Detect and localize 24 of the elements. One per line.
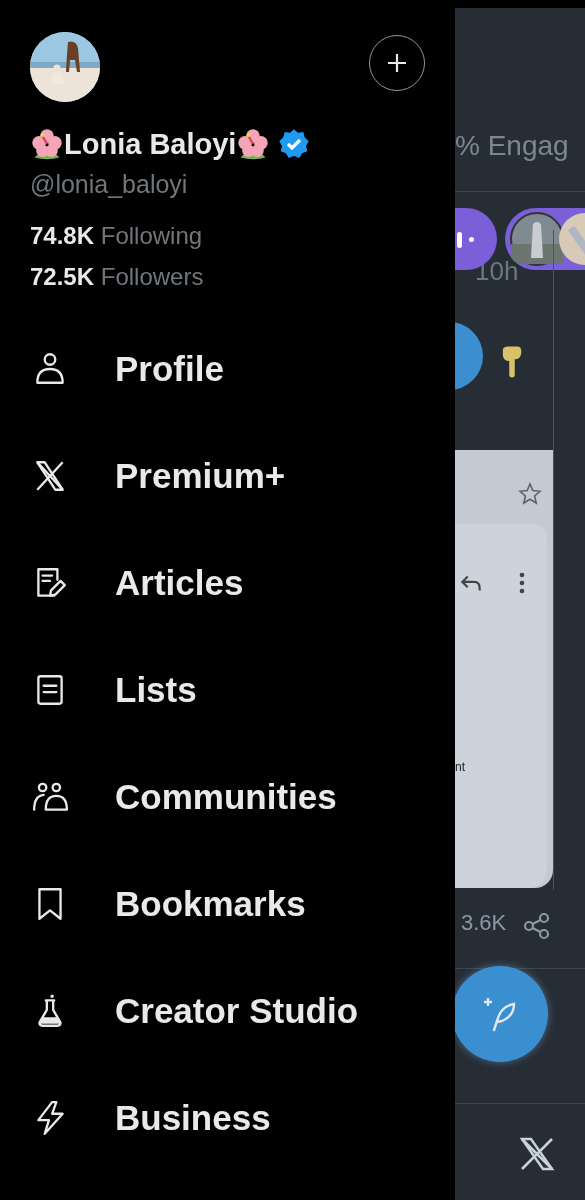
plus-icon bbox=[385, 51, 409, 75]
menu-item[interactable]: Business bbox=[115, 1097, 271, 1138]
stat-text: % Engag bbox=[455, 130, 569, 162]
share-icon[interactable] bbox=[523, 912, 551, 940]
menu-item[interactable]: Lists bbox=[115, 669, 197, 710]
username: @lonia_baloyi bbox=[30, 170, 189, 199]
compose-button[interactable] bbox=[455, 966, 548, 1062]
menu-item[interactable]: Profile bbox=[115, 348, 224, 389]
share-count: 3.6K bbox=[461, 910, 507, 936]
pointing-hand-icon bbox=[501, 346, 523, 378]
flower-icon bbox=[236, 127, 271, 161]
stat-link[interactable]: 72.5K Followers bbox=[30, 260, 204, 293]
display-name: Lonia Baloyi bbox=[64, 127, 237, 161]
flower-icon bbox=[30, 127, 64, 161]
menu-item[interactable]: Creator Studio bbox=[115, 990, 359, 1031]
menu-item[interactable]: Communities bbox=[115, 776, 337, 817]
menu-item[interactable]: Bookmarks bbox=[115, 883, 306, 924]
stat-link[interactable]: 74.8K Following bbox=[30, 219, 203, 252]
menu-item[interactable]: Articles bbox=[115, 562, 244, 603]
star-icon[interactable] bbox=[518, 482, 542, 506]
more-icon[interactable] bbox=[519, 572, 525, 594]
x-logo-icon[interactable] bbox=[519, 1136, 555, 1172]
menu-item[interactable]: Premium+ bbox=[115, 455, 286, 496]
text-fragment: nt bbox=[455, 760, 465, 774]
